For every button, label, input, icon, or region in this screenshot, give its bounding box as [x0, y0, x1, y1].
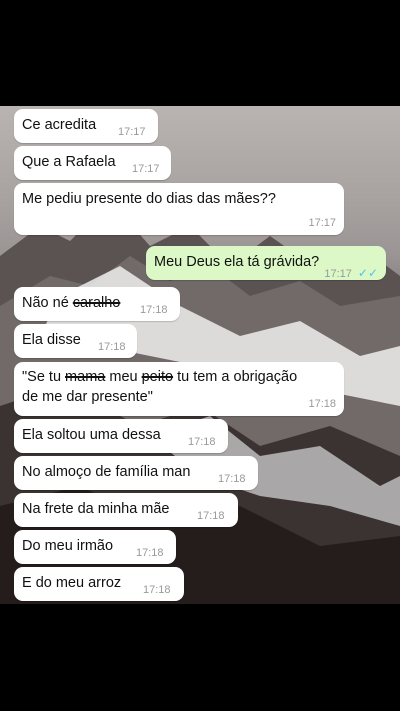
scribbled-word: peito [141, 369, 174, 385]
message-time: 17:17 [118, 126, 146, 138]
message-text: No almoço de família man [22, 464, 191, 480]
message-time: 17:18 [136, 547, 164, 559]
chat-area: Ce acredita 17:17 Que a Rafaela 17:17 Me… [0, 106, 400, 604]
message-text: Me pediu presente do dias das mães?? [22, 191, 276, 207]
message-text: Ela disse [22, 332, 81, 348]
message-bubble[interactable]: Que a Rafaela 17:17 [14, 146, 171, 180]
message-text: Ce acredita [22, 117, 97, 133]
message-text: Que a Rafaela [22, 154, 116, 170]
scribbled-word: mama [65, 369, 106, 385]
scribbled-word: caralho [72, 295, 121, 311]
message-time: 17:18 [308, 398, 336, 410]
message-text: Não né [22, 295, 73, 311]
message-time: 17:18 [98, 341, 126, 353]
message-bubble[interactable]: Ela disse 17:18 [14, 324, 137, 358]
message-bubble[interactable]: E do meu arroz 17:18 [14, 567, 184, 601]
read-double-check-icon: ✓✓ [357, 266, 378, 280]
message-text: Do meu irmão [22, 538, 114, 554]
message-time: 17:17 [324, 268, 352, 280]
message-time: 17:18 [218, 473, 246, 485]
message-time: 17:17 [308, 217, 336, 229]
message-text: Meu Deus ela tá grávida? [154, 254, 320, 270]
message-bubble[interactable]: No almoço de família man 17:18 [14, 456, 258, 490]
message-bubble[interactable]: Ce acredita 17:17 [14, 109, 158, 143]
message-text-line: "Se tu mama meu peito tu tem a obrigação [22, 369, 298, 385]
message-bubble[interactable]: "Se tu mama meu peito tu tem a obrigação… [14, 362, 344, 416]
message-bubble[interactable]: Não né caralho 17:18 [14, 287, 180, 321]
message-time: 17:18 [197, 510, 225, 522]
message-bubble[interactable]: Me pediu presente do dias das mães?? 17:… [14, 183, 344, 235]
message-text: Na frete da minha mãe [22, 501, 170, 517]
message-bubble[interactable]: Do meu irmão 17:18 [14, 530, 176, 564]
message-time: 17:18 [140, 304, 168, 316]
message-bubble[interactable]: Na frete da minha mãe 17:18 [14, 493, 238, 527]
message-time: 17:18 [143, 584, 171, 596]
message-text-line: de me dar presente" [22, 389, 153, 405]
message-time: 17:17 [132, 163, 160, 175]
message-bubble-outgoing[interactable]: Meu Deus ela tá grávida? 17:17 ✓✓ [146, 246, 386, 280]
message-text: E do meu arroz [22, 575, 122, 591]
message-text: Ela soltou uma dessa [22, 427, 161, 443]
message-bubble[interactable]: Ela soltou uma dessa 17:18 [14, 419, 228, 453]
message-time: 17:18 [188, 436, 216, 448]
